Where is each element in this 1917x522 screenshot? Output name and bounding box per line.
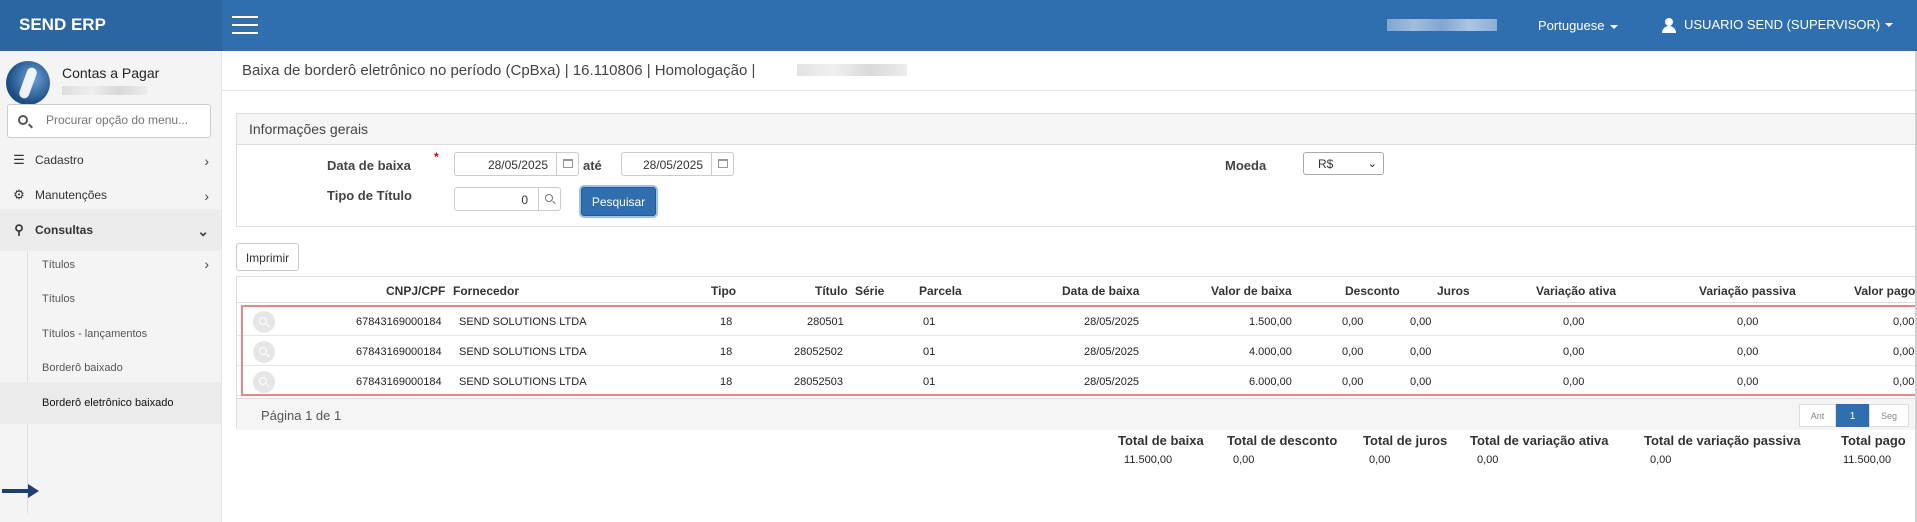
total-variacao-ativa-value: 0,00 <box>1477 454 1499 466</box>
calendar-button[interactable] <box>711 153 733 175</box>
imprimir-button[interactable]: Imprimir <box>236 243 299 271</box>
gears-icon: ⚙ <box>13 187 25 202</box>
moeda-value: R$ <box>1318 157 1334 171</box>
subitem-label: Títulos <box>42 293 76 305</box>
sidebar-item-label: Cadastro <box>35 153 84 167</box>
total-baixa-label: Total de baixa <box>1118 433 1204 448</box>
redacted-info <box>1387 19 1497 31</box>
search-icon: ⚲ <box>14 222 24 237</box>
panel-title: Informações gerais <box>237 114 1917 145</box>
col-data-baixa: Data de baixa <box>1062 284 1140 298</box>
sidebar-item-label: Manutenções <box>35 188 108 202</box>
user-icon <box>1662 17 1676 33</box>
highlight-box <box>241 305 1917 396</box>
subitem-label: Títulos - lançamentos <box>42 328 148 340</box>
subitem-bordero-eletronico-baixado[interactable]: Borderô eletrônico baixado <box>0 382 221 424</box>
menu-search-input[interactable] <box>46 113 206 127</box>
col-variacao-ativa: Variação ativa <box>1536 284 1617 298</box>
ate-label: até <box>583 158 602 173</box>
calendar-icon <box>718 159 728 168</box>
pagination-bar: Página 1 de 1 Ant 1 Seg <box>237 398 1917 430</box>
user-name: USUARIO SEND (SUPERVISOR) <box>1684 17 1881 32</box>
date-to-field[interactable]: 28/05/2025 <box>621 152 734 176</box>
col-valor-pago: Valor pago <box>1854 284 1916 298</box>
page-1-button[interactable]: 1 <box>1836 404 1869 427</box>
total-baixa-value: 11.500,00 <box>1124 454 1173 466</box>
sidebar: Contas a Pagar ☰ Cadastro › ⚙ Manutençõe… <box>0 51 222 522</box>
total-variacao-ativa-label: Total de variação ativa <box>1470 433 1609 448</box>
calendar-icon <box>563 159 573 168</box>
top-bar: SEND ERP Portuguese USUARIO SEND (SUPERV… <box>0 0 1917 51</box>
sidebar-item-label: Consultas <box>35 223 94 237</box>
chevron-down-icon: ⌄ <box>1367 158 1377 170</box>
next-page-button[interactable]: Seg <box>1869 404 1909 427</box>
search-icon <box>18 115 28 125</box>
total-variacao-passiva-label: Total de variação passiva <box>1644 433 1801 448</box>
caret-down-icon <box>1609 24 1618 29</box>
pesquisar-button[interactable]: Pesquisar <box>581 187 656 216</box>
subitem-label: Títulos <box>42 259 76 271</box>
chevron-right-icon: › <box>204 153 209 169</box>
menu-toggle-icon[interactable] <box>232 16 258 36</box>
col-tipo: Tipo <box>711 284 737 298</box>
col-variacao-passiva: Variação passiva <box>1699 284 1796 298</box>
tipo-titulo-value: 0 <box>521 193 528 207</box>
language-label: Portuguese <box>1538 18 1605 33</box>
chevron-down-icon: ⌄ <box>197 223 209 239</box>
total-juros-value: 0,00 <box>1369 454 1391 466</box>
col-desconto: Desconto <box>1345 284 1400 298</box>
col-serie: Série <box>855 284 885 298</box>
company-logo <box>6 61 50 105</box>
caret-down-icon <box>1885 22 1894 27</box>
prev-page-button[interactable]: Ant <box>1799 404 1836 427</box>
redacted-title <box>797 64 907 76</box>
total-pago-value: 11.500,00 <box>1843 454 1892 466</box>
lookup-button[interactable] <box>538 188 560 210</box>
pointer-arrow-icon <box>2 484 40 498</box>
moeda-label: Moeda <box>1225 158 1267 173</box>
page-title: Baixa de borderô eletrônico no período (… <box>242 62 756 79</box>
required-mark: * <box>434 150 439 164</box>
total-pago-label: Total pago <box>1841 433 1906 448</box>
list-icon: ☰ <box>13 152 25 167</box>
total-desconto-value: 0,00 <box>1233 454 1255 466</box>
subitem-label: Borderô baixado <box>42 362 123 374</box>
col-cnpj: CNPJ/CPF <box>386 284 446 298</box>
col-titulo: Título <box>815 284 848 298</box>
calendar-button[interactable] <box>556 153 578 175</box>
date-from-value: 28/05/2025 <box>487 158 548 172</box>
col-juros: Juros <box>1437 284 1470 298</box>
col-parcela: Parcela <box>919 284 962 298</box>
menu-search[interactable] <box>7 104 211 138</box>
chevron-right-icon: › <box>204 188 209 204</box>
total-variacao-passiva-value: 0,00 <box>1650 454 1672 466</box>
subitem-label: Borderô eletrônico baixado <box>42 397 174 409</box>
total-desconto-label: Total de desconto <box>1227 433 1338 448</box>
module-title: Contas a Pagar <box>62 65 160 81</box>
divider <box>222 90 1917 91</box>
search-icon <box>545 194 553 202</box>
table-header: CNPJ/CPF Fornecedor Tipo Título Série Pa… <box>237 277 1917 303</box>
moeda-select[interactable]: R$ ⌄ <box>1303 152 1384 175</box>
col-fornecedor: Fornecedor <box>453 284 520 298</box>
language-dropdown[interactable]: Portuguese <box>1538 18 1618 33</box>
redacted-subtitle <box>62 86 148 95</box>
page-info: Página 1 de 1 <box>261 408 342 423</box>
data-baixa-label: Data de baixa <box>327 158 411 173</box>
date-from-field[interactable]: 28/05/2025 <box>454 152 579 176</box>
col-valor-baixa: Valor de baixa <box>1211 284 1292 298</box>
user-menu[interactable]: USUARIO SEND (SUPERVISOR) <box>1662 17 1894 33</box>
chevron-right-icon: › <box>204 256 209 272</box>
total-juros-label: Total de juros <box>1363 433 1448 448</box>
tipo-titulo-field[interactable]: 0 <box>454 187 561 211</box>
tipo-titulo-label: Tipo de Título <box>327 188 412 203</box>
date-to-value: 28/05/2025 <box>642 158 703 172</box>
brand-logo[interactable]: SEND ERP <box>0 0 222 51</box>
